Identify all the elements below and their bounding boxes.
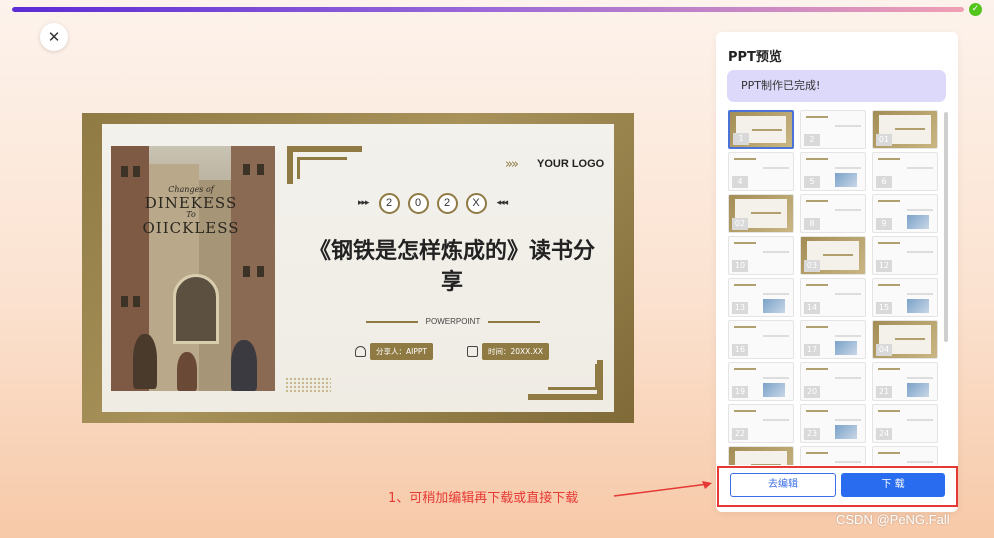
slide-thumbnail[interactable]: 8 bbox=[800, 194, 866, 233]
user-icon bbox=[355, 346, 366, 357]
thumbnail-number: 8 bbox=[804, 218, 820, 230]
year-row: ▸▸▸ 2 0 2 X ◂◂◂ bbox=[352, 192, 513, 214]
check-circle-icon: ✓ bbox=[969, 3, 982, 16]
thumbnail-number: 16 bbox=[732, 344, 748, 356]
thumbnail-number: 17 bbox=[804, 344, 820, 356]
thumbnail-number: 20 bbox=[804, 386, 820, 398]
download-button[interactable]: 下 载 bbox=[841, 473, 945, 497]
slide-thumbnail[interactable]: 03 bbox=[800, 236, 866, 275]
ppt-preview-panel: PPT预览 PPT制作已完成! 1 2 01 4 5 6 02 8 9 10 03 12 13 14 15 1… bbox=[716, 32, 958, 512]
slide-thumbnail[interactable]: 14 bbox=[800, 278, 866, 317]
slide-thumbnail[interactable]: 23 bbox=[800, 404, 866, 443]
slide-thumbnail[interactable]: 19 bbox=[728, 362, 794, 401]
year-digit: 2 bbox=[436, 192, 458, 214]
slide-thumbnail[interactable]: 10 bbox=[728, 236, 794, 275]
slide-canvas: Changes of DINEKESS To OIICKLESS »» YOUR… bbox=[102, 124, 614, 412]
thumbnail-number: 15 bbox=[876, 302, 892, 314]
thumbnail-number: 14 bbox=[804, 302, 820, 314]
time-tag: 时间：20XX.XX bbox=[482, 343, 549, 360]
slide-thumbnail[interactable]: 17 bbox=[800, 320, 866, 359]
slide-thumbnail[interactable]: 15 bbox=[872, 278, 938, 317]
thumbnail-number: 22 bbox=[732, 428, 748, 440]
presenter-tag: 分享人：AIPPT bbox=[370, 343, 433, 360]
slide-thumbnail[interactable]: 16 bbox=[728, 320, 794, 359]
thumbnail-number: 9 bbox=[876, 218, 892, 230]
thumbnail-number: 02 bbox=[732, 218, 748, 230]
thumbnail-number: 23 bbox=[804, 428, 820, 440]
thumbnail-number: 01 bbox=[876, 134, 892, 146]
slide-thumbnail[interactable] bbox=[872, 446, 938, 465]
close-button[interactable]: ✕ bbox=[40, 23, 68, 51]
chevron-right-icon: »» bbox=[505, 157, 519, 172]
logo-text: YOUR LOGO bbox=[537, 158, 605, 170]
slide-thumbnail[interactable]: 20 bbox=[800, 362, 866, 401]
cover-illustration: Changes of DINEKESS To OIICKLESS bbox=[111, 146, 275, 391]
thumbnail-number: 6 bbox=[876, 176, 892, 188]
thumbnail-number: 19 bbox=[732, 386, 748, 398]
thumbnail-number: 03 bbox=[804, 260, 820, 272]
slide-thumbnail[interactable]: 13 bbox=[728, 278, 794, 317]
edit-button[interactable]: 去编辑 bbox=[730, 473, 836, 497]
slide-thumbnail[interactable]: 1 bbox=[728, 110, 794, 149]
watermark: CSDN @PeNG.Fall bbox=[836, 512, 950, 527]
slide-subtitle: POWERPOINT bbox=[425, 317, 481, 326]
year-digit: X bbox=[465, 192, 487, 214]
presenter-row: 分享人：AIPPT bbox=[355, 343, 433, 360]
slide-thumbnail[interactable] bbox=[800, 446, 866, 465]
year-digit: 0 bbox=[407, 192, 429, 214]
slide-preview: Changes of DINEKESS To OIICKLESS »» YOUR… bbox=[82, 113, 634, 423]
thumbnail-number: 04 bbox=[876, 344, 892, 356]
slide-thumbnail[interactable]: 21 bbox=[872, 362, 938, 401]
thumbnail-number: 4 bbox=[732, 176, 748, 188]
thumbnail-number: 2 bbox=[804, 134, 820, 146]
arrow-right-icon: ▸▸▸ bbox=[358, 198, 370, 208]
slide-title: 《钢铁是怎样炼成的》读书分享 bbox=[308, 239, 595, 295]
slide-thumbnail[interactable]: 9 bbox=[872, 194, 938, 233]
cover-illustration-text: Changes of DINEKESS To OIICKLESS bbox=[142, 185, 240, 238]
thumbnail-number: 21 bbox=[876, 386, 892, 398]
thumbnail-grid[interactable]: 1 2 01 4 5 6 02 8 9 10 03 12 13 14 15 16 17 04 19 20 21 22 23 2… bbox=[728, 110, 942, 465]
action-button-area: 去编辑 下 载 bbox=[717, 466, 958, 507]
close-icon: ✕ bbox=[47, 28, 61, 46]
thumbnail-number: 13 bbox=[732, 302, 748, 314]
dot-pattern bbox=[285, 377, 331, 393]
slide-thumbnail[interactable]: 24 bbox=[872, 404, 938, 443]
progress-bar bbox=[12, 7, 964, 12]
status-message: PPT制作已完成! bbox=[727, 70, 946, 102]
frame-corner-bottom-right-inner bbox=[548, 364, 598, 390]
thumbnail-number: 12 bbox=[876, 260, 892, 272]
slide-thumbnail[interactable]: 01 bbox=[872, 110, 938, 149]
arrow-left-icon: ◂◂◂ bbox=[496, 198, 509, 208]
slide-thumbnail[interactable] bbox=[728, 446, 794, 465]
slide-thumbnail[interactable]: 4 bbox=[728, 152, 794, 191]
annotation-arrow-icon bbox=[613, 481, 712, 497]
thumbnail-number: 10 bbox=[732, 260, 748, 272]
slide-thumbnail[interactable]: 04 bbox=[872, 320, 938, 359]
thumbnail-number: 5 bbox=[804, 176, 820, 188]
frame-corner-top-left-inner bbox=[297, 157, 347, 179]
time-row: 时间：20XX.XX bbox=[467, 343, 549, 360]
progress-fill bbox=[12, 7, 964, 12]
thumbnail-number: 24 bbox=[876, 428, 892, 440]
slide-thumbnail[interactable]: 5 bbox=[800, 152, 866, 191]
annotation-text: 1、可稍加编辑再下载或直接下载 bbox=[388, 491, 579, 506]
slide-thumbnail[interactable]: 02 bbox=[728, 194, 794, 233]
thumbnail-number: 1 bbox=[733, 133, 749, 145]
panel-title: PPT预览 bbox=[728, 50, 782, 65]
scrollbar[interactable] bbox=[944, 112, 948, 342]
calendar-icon bbox=[467, 346, 478, 357]
slide-thumbnail[interactable]: 12 bbox=[872, 236, 938, 275]
slide-thumbnail[interactable]: 22 bbox=[728, 404, 794, 443]
powerpoint-divider: POWERPOINT bbox=[348, 317, 558, 326]
slide-thumbnail[interactable]: 2 bbox=[800, 110, 866, 149]
year-digit: 2 bbox=[378, 192, 400, 214]
slide-thumbnail[interactable]: 6 bbox=[872, 152, 938, 191]
